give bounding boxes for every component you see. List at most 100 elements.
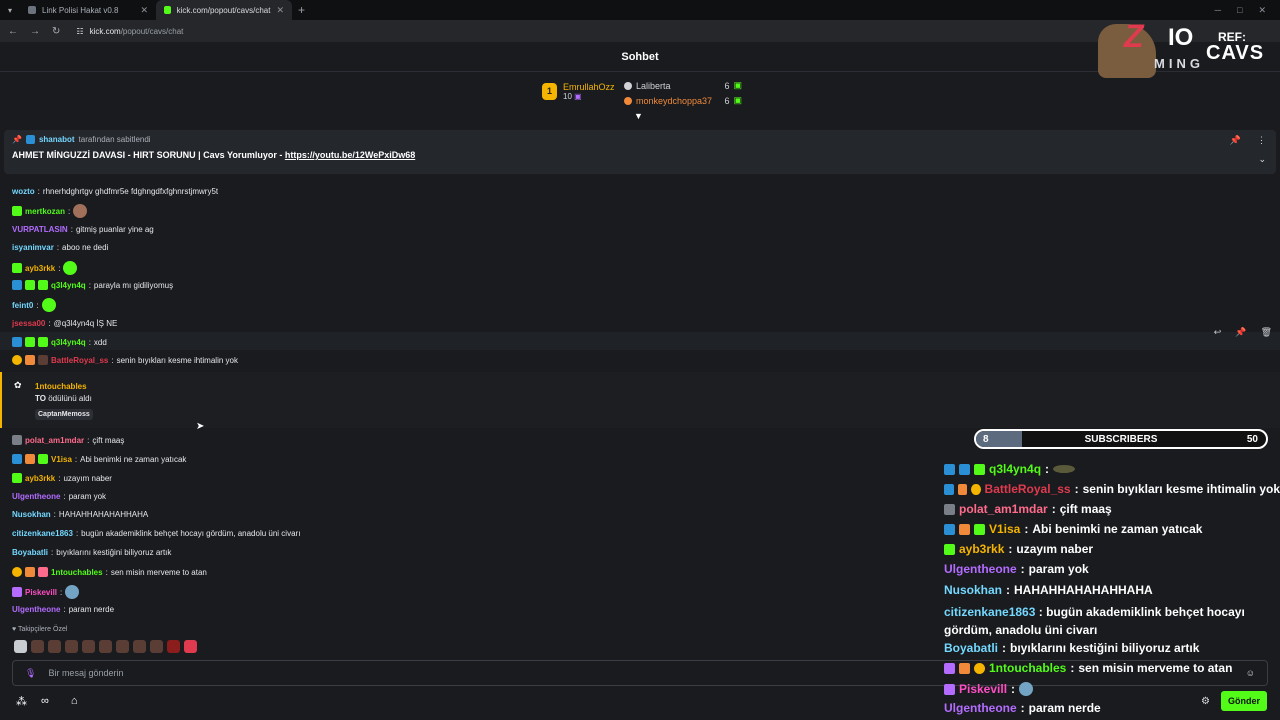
overlay-message: V1isa: Abi benimki ne zaman yatıcak bbox=[944, 522, 1280, 536]
timer-icon[interactable]: ⌂ bbox=[71, 695, 78, 708]
browser-tab[interactable]: Link Polisi Hakat v0.8 ✕ bbox=[20, 0, 156, 20]
close-tab-icon[interactable]: ✕ bbox=[276, 5, 284, 16]
chat-message[interactable]: Boyabatli: bıyıklarını kestiğini biliyor… bbox=[12, 548, 171, 557]
infinity-icon[interactable]: ∞ bbox=[41, 695, 49, 708]
back-icon[interactable]: ← bbox=[8, 26, 18, 37]
top-gifter-third[interactable]: monkeydchoppa37 6 ▣ bbox=[624, 95, 742, 106]
chat-message[interactable]: mertkozan: bbox=[12, 204, 88, 218]
chat-message[interactable]: BattleRoyal_ss: senin bıyıkları kesme ih… bbox=[12, 355, 238, 365]
browser-tab-active[interactable]: kick.com/popout/cavs/chat ✕ bbox=[156, 0, 292, 20]
username[interactable]: Piskevill bbox=[25, 588, 57, 597]
emote-icon[interactable] bbox=[48, 640, 61, 653]
emote-icon[interactable] bbox=[150, 640, 163, 653]
url-field[interactable]: ☷ kick.com/popout/cavs/chat bbox=[76, 27, 183, 36]
chat-message[interactable]: feint0: bbox=[12, 298, 56, 312]
maximize-icon[interactable]: □ bbox=[1237, 5, 1242, 16]
rank-icon bbox=[624, 81, 632, 90]
more-options-icon[interactable]: ⋮ bbox=[1257, 135, 1266, 146]
url-path: /popout/cavs/chat bbox=[120, 26, 184, 36]
close-tab-icon[interactable]: ✕ bbox=[140, 5, 148, 16]
window-controls: ─ □ ✕ bbox=[1215, 5, 1280, 16]
username[interactable]: q3l4yn4q bbox=[51, 281, 86, 290]
reward-redemption: ✿ 1ntouchables TO ödülünü aldı CaptanMem… bbox=[0, 372, 1280, 428]
microphone-icon[interactable]: 🎙 bbox=[25, 668, 36, 679]
reward-username[interactable]: 1ntouchables bbox=[35, 382, 87, 391]
og-badge-icon bbox=[25, 454, 35, 464]
chat-message[interactable]: ayb3rkk: uzayım naber bbox=[12, 473, 112, 483]
username[interactable]: q3l4yn4q bbox=[51, 338, 86, 347]
emote-icon[interactable] bbox=[65, 640, 78, 653]
username[interactable]: ayb3rkk bbox=[25, 264, 55, 273]
message-text: rhnerhdghrtgv ghdfmr5e fdghngdfxfghnrstj… bbox=[42, 187, 219, 196]
chat-message[interactable]: 1ntouchables: sen misin merveme to atan bbox=[12, 567, 207, 577]
username[interactable]: wozto bbox=[12, 187, 35, 196]
username[interactable]: isyanimvar bbox=[12, 243, 54, 252]
delete-icon[interactable]: 🗑 bbox=[1261, 327, 1272, 338]
username[interactable]: Ulgentheone bbox=[12, 492, 60, 501]
chat-message[interactable]: V1isa: Abi benimki ne zaman yatıcak bbox=[12, 454, 186, 464]
chat-message[interactable]: polat_am1mdar: çift maaş bbox=[12, 435, 124, 445]
message-text: @q3l4yn4q İŞ NE bbox=[53, 319, 118, 328]
gift-icon: ▣ bbox=[574, 92, 582, 101]
address-bar: ← → ↻ ☷ kick.com/popout/cavs/chat bbox=[0, 20, 1280, 42]
username[interactable]: mertkozan bbox=[25, 207, 65, 216]
subscriber-badge-icon bbox=[25, 337, 35, 347]
tab-list-icon[interactable]: ▾ bbox=[0, 6, 20, 15]
username[interactable]: feint0 bbox=[12, 301, 33, 310]
reload-icon[interactable]: ↻ bbox=[52, 26, 60, 37]
emote-icon[interactable] bbox=[133, 640, 146, 653]
reply-icon[interactable]: ↩ bbox=[1214, 327, 1222, 338]
username[interactable]: Nusokhan bbox=[12, 510, 51, 519]
chat-message[interactable]: Nusokhan: HAHAHHAHAHAHHAHA bbox=[12, 510, 148, 519]
tab-title: Link Polisi Hakat v0.8 bbox=[42, 5, 119, 15]
subscriber-badge-icon bbox=[38, 454, 48, 464]
emote-icon[interactable] bbox=[167, 640, 180, 653]
subscriber-badge-icon bbox=[25, 280, 35, 290]
chat-message[interactable]: Ulgentheone: param nerde bbox=[12, 605, 114, 614]
overlay-message: Piskevill: bbox=[944, 682, 1280, 696]
chat-message[interactable]: q3l4yn4q: parayla mı gidiliyomuş bbox=[12, 280, 173, 290]
chat-message[interactable]: jsessa00: @q3l4yn4q İŞ NE bbox=[12, 319, 117, 328]
username[interactable]: 1ntouchables bbox=[51, 568, 103, 577]
mouse-cursor-icon: ➤ bbox=[196, 421, 205, 432]
pinned-by[interactable]: shanabot bbox=[39, 135, 75, 144]
pin-message-icon[interactable]: 📌 bbox=[1235, 327, 1246, 338]
expand-pinned-icon[interactable]: ⌄ bbox=[1258, 154, 1266, 165]
username[interactable]: polat_am1mdar bbox=[25, 436, 84, 445]
expand-leaderboard-icon[interactable]: ▼ bbox=[634, 111, 643, 121]
forward-icon[interactable]: → bbox=[30, 26, 40, 37]
username[interactable]: Boyabatli bbox=[12, 548, 48, 557]
url-host: kick.com bbox=[89, 26, 121, 36]
emote-icon[interactable] bbox=[116, 640, 129, 653]
username[interactable]: citizenkane1863 bbox=[12, 529, 73, 538]
username[interactable]: ayb3rkk bbox=[25, 474, 55, 483]
emote-icon[interactable] bbox=[82, 640, 95, 653]
chat-message[interactable]: VURPATLASIN: gitmiş puanlar yine ag bbox=[12, 225, 154, 234]
minimize-icon[interactable]: ─ bbox=[1215, 5, 1221, 16]
unpin-icon[interactable]: 📌 bbox=[1230, 135, 1241, 146]
username[interactable]: BattleRoyal_ss bbox=[51, 356, 108, 365]
username[interactable]: jsessa00 bbox=[12, 319, 45, 328]
site-info-icon[interactable]: ☷ bbox=[76, 27, 83, 36]
top-gifter-second[interactable]: Laliberta 6 ▣ bbox=[624, 80, 742, 91]
top-gifter-first[interactable]: 1 EmrullahOzz 10 ▣ bbox=[542, 82, 615, 101]
chat-message[interactable]: Piskevill: bbox=[12, 585, 80, 599]
chat-message[interactable]: Ulgentheone: param yok bbox=[12, 492, 106, 501]
chat-message[interactable]: isyanimvar: aboo ne dedi bbox=[12, 243, 108, 252]
pinned-link[interactable]: https://youtu.be/12WePxiDw68 bbox=[285, 150, 415, 160]
points-icon[interactable]: ⁂ bbox=[16, 695, 27, 708]
chat-message[interactable]: wozto: rhnerhdghrtgv ghdfmr5e fdghngdfxf… bbox=[12, 187, 218, 196]
username[interactable]: V1isa bbox=[51, 455, 72, 464]
username[interactable]: VURPATLASIN bbox=[12, 225, 68, 234]
username[interactable]: Ulgentheone bbox=[12, 605, 60, 614]
chat-message[interactable]: q3l4yn4q: xdd bbox=[12, 337, 107, 347]
emote-icon[interactable] bbox=[31, 640, 44, 653]
message-text: param nerde bbox=[68, 605, 115, 614]
new-tab-icon[interactable]: + bbox=[292, 3, 311, 17]
emote-icon[interactable] bbox=[99, 640, 112, 653]
emote-icon[interactable] bbox=[14, 640, 27, 653]
chat-message[interactable]: citizenkane1863: bugün akademiklink behç… bbox=[12, 529, 300, 538]
emote-icon[interactable] bbox=[184, 640, 197, 653]
chat-message[interactable]: ayb3rkk: bbox=[12, 261, 78, 275]
close-window-icon[interactable]: ✕ bbox=[1258, 5, 1266, 16]
